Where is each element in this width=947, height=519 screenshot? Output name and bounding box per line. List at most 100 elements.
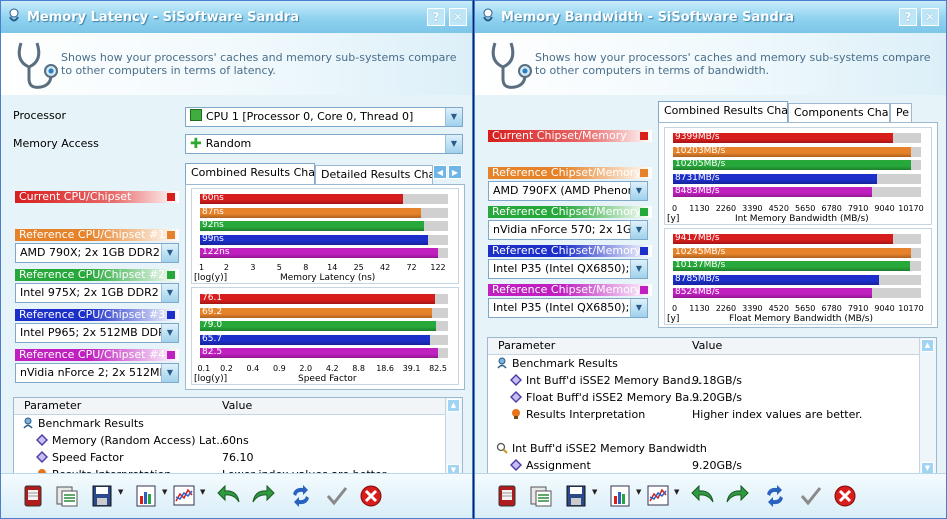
chart-options-icon[interactable]: [607, 482, 635, 510]
results-list[interactable]: Parameter Value Benchmark Results Int Buf…: [487, 337, 937, 477]
dropdown-arrow-icon[interactable]: ▼: [636, 488, 641, 496]
chart-bar: 8731MB/s: [673, 173, 878, 184]
list-item[interactable]: Int Buff'd iSSE2 Memory Bandwidth: [488, 440, 918, 457]
reference-label: Reference CPU/Chipset #4: [19, 349, 166, 361]
memory-access-label: Memory Access: [13, 137, 99, 150]
value-column-header[interactable]: Value: [692, 339, 722, 352]
reference-select[interactable]: AMD 790X; 2x 1GB DDR2 DIM ▼: [15, 243, 179, 263]
tab-combined-results-chart[interactable]: Combined Results Chart: [658, 101, 788, 123]
title-bar[interactable]: Memory Bandwidth - SiSoftware Sandra ? ✕: [475, 1, 946, 33]
chevron-down-icon[interactable]: ▼: [630, 182, 647, 200]
list-item[interactable]: Benchmark Results: [488, 355, 918, 372]
list-item[interactable]: Benchmark Results: [14, 415, 444, 432]
cancel-icon[interactable]: [831, 482, 859, 510]
vertical-scrollbar[interactable]: ▲ ▼: [445, 398, 462, 478]
speed-factor-chart: 76.1 69.2 79.0 65.7 82.5 0.1 0.2 0.4 0.9 2.0 4.2 8…: [191, 287, 459, 385]
close-button[interactable]: ✕: [921, 8, 939, 26]
title-bar[interactable]: Memory Latency - SiSoftware Sandra ? ✕: [1, 1, 472, 33]
reference-select[interactable]: Intel 975X; 2x 1GB DDR2 DIM ▼: [15, 283, 179, 303]
cancel-icon[interactable]: [357, 482, 385, 510]
reference-chip: Reference Chipset/Memory: [488, 245, 652, 257]
chevron-down-icon[interactable]: ▼: [161, 324, 178, 342]
close-button[interactable]: ✕: [449, 8, 467, 26]
chevron-down-icon[interactable]: ▼: [161, 244, 178, 262]
x-axis-label: Float Memory Bandwidth (MB/s): [729, 314, 874, 324]
save-icon[interactable]: [89, 482, 117, 510]
parameter-column-header[interactable]: Parameter: [24, 399, 81, 412]
chevron-down-icon[interactable]: ▼: [630, 260, 647, 278]
ok-icon[interactable]: [797, 482, 825, 510]
list-item[interactable]: Results Interpretation Higher index value…: [488, 406, 918, 423]
reference-select[interactable]: AMD 790FX (AMD Phenom 97 ▼: [488, 181, 648, 201]
scroll-up-icon[interactable]: ▲: [921, 339, 934, 352]
reference-select[interactable]: Intel P35 (Intel QX6850); 2x ▼: [488, 298, 648, 318]
reference-select[interactable]: nVidia nForce 570; 2x 1GB DD ▼: [488, 220, 648, 240]
report-icon[interactable]: [53, 482, 81, 510]
memory-access-select[interactable]: ✚ Random ▼: [185, 134, 463, 154]
dropdown-arrow-icon[interactable]: ▼: [592, 488, 597, 496]
scroll-up-icon[interactable]: ▲: [447, 399, 460, 412]
parameter-name: Benchmark Results: [38, 417, 144, 430]
reference-color-swatch: [167, 271, 175, 279]
save-icon[interactable]: [563, 482, 591, 510]
dropdown-arrow-icon[interactable]: ▼: [674, 488, 679, 496]
tab-detailed-results-chart[interactable]: Detailed Results Chart: [315, 165, 433, 185]
reference-value: Intel 975X; 2x 1GB DDR2 DIM: [20, 286, 179, 299]
chart-options-icon[interactable]: [133, 482, 161, 510]
reference-value: AMD 790X; 2x 1GB DDR2 DIM: [20, 246, 179, 259]
tab-scroll-right-icon[interactable]: ▶: [448, 165, 462, 179]
list-item[interactable]: Speed Factor 76.10: [14, 449, 444, 466]
results-list[interactable]: Parameter Value Benchmark Results Memory …: [13, 397, 463, 479]
bar-track: 82.5: [200, 347, 448, 358]
cpu-icon[interactable]: [493, 482, 521, 510]
chevron-down-icon[interactable]: ▼: [161, 284, 178, 302]
help-button[interactable]: ?: [899, 8, 917, 26]
graph-icon[interactable]: [645, 482, 673, 510]
processor-select[interactable]: CPU 1 [Processor 0, Core 0, Thread 0] ▼: [185, 107, 463, 127]
forward-icon[interactable]: [723, 482, 751, 510]
chevron-down-icon[interactable]: ▼: [161, 364, 178, 382]
list-item[interactable]: Int Buff'd iSSE2 Memory Band... 9.18GB/s: [488, 372, 918, 389]
processor-label: Processor: [13, 109, 66, 122]
tab-scroll-left-icon[interactable]: ◀: [433, 165, 447, 179]
back-icon[interactable]: [689, 482, 717, 510]
list-item[interactable]: Assignment 9.20GB/s: [488, 457, 918, 474]
chevron-down-icon[interactable]: ▼: [630, 299, 647, 317]
report-icon[interactable]: [527, 482, 555, 510]
list-item[interactable]: Float Buff'd iSSE2 Memory Ba... 9.20GB/s: [488, 389, 918, 406]
dropdown-arrow-icon[interactable]: ▼: [200, 488, 205, 496]
graph-icon[interactable]: [171, 482, 199, 510]
cpu-icon[interactable]: [19, 482, 47, 510]
parameter-column-header[interactable]: Parameter: [498, 339, 555, 352]
bar-value-label: 122ns: [202, 247, 230, 257]
reference-color-swatch: [640, 208, 648, 216]
refresh-icon[interactable]: [761, 482, 789, 510]
dropdown-arrow-icon[interactable]: ▼: [118, 488, 123, 496]
back-icon[interactable]: [215, 482, 243, 510]
reference-label: Reference Chipset/Memory: [492, 245, 641, 257]
list-item[interactable]: [488, 423, 918, 440]
x-tick-label: 9040: [874, 304, 895, 313]
reference-select[interactable]: Intel P35 (Intel QX6850); 2x ▼: [488, 259, 648, 279]
parameter-name: Assignment: [526, 459, 591, 472]
chart-bar: 9417MB/s: [673, 233, 894, 244]
list-header: Parameter Value: [14, 398, 446, 415]
chevron-down-icon[interactable]: ▼: [630, 221, 647, 239]
refresh-icon[interactable]: [287, 482, 315, 510]
reference-select[interactable]: Intel P965; 2x 512MB DDR2 D ▼: [15, 323, 179, 343]
tab-combined-results-chart[interactable]: Combined Results Chart: [185, 163, 315, 185]
forward-icon[interactable]: [249, 482, 277, 510]
list-item[interactable]: Memory (Random Access) Lat... 60ns: [14, 432, 444, 449]
chevron-down-icon[interactable]: ▼: [445, 108, 462, 126]
reference-select[interactable]: nVidia nForce 2; 2x 512MB DD ▼: [15, 363, 179, 383]
parameter-value: 76.10: [222, 451, 254, 464]
value-column-header[interactable]: Value: [222, 399, 252, 412]
chevron-down-icon[interactable]: ▼: [445, 135, 462, 153]
ok-icon[interactable]: [323, 482, 351, 510]
vertical-scrollbar[interactable]: ▲ ▼: [919, 338, 936, 476]
tab-performance[interactable]: Pe: [890, 103, 912, 123]
help-button[interactable]: ?: [427, 8, 445, 26]
bar-value-label: 10245MB/s: [675, 246, 726, 257]
dropdown-arrow-icon[interactable]: ▼: [162, 488, 167, 496]
tab-components-chart[interactable]: Components Chart: [788, 103, 890, 123]
